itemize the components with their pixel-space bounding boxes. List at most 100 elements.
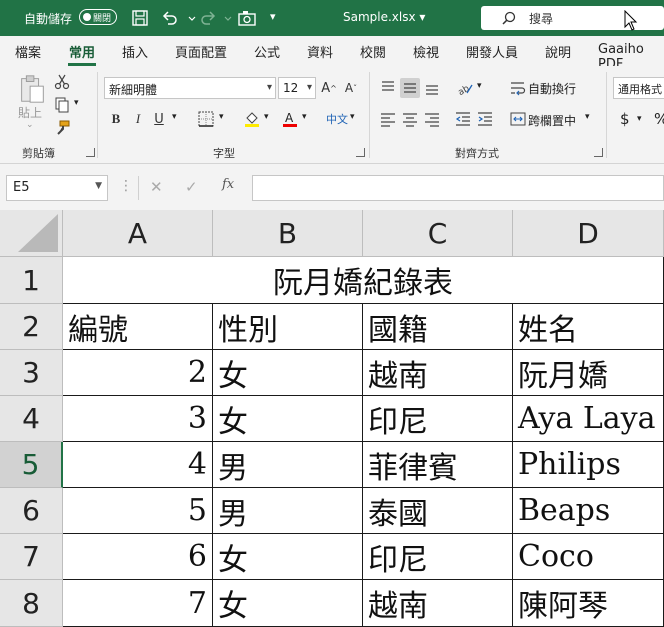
font-launcher-icon[interactable] [356, 148, 365, 157]
cell-a8[interactable]: 7 [63, 580, 213, 627]
cell-c4[interactable]: 印尼 [363, 396, 513, 442]
underline-dropdown-icon[interactable]: ▾ [172, 112, 177, 122]
phonetic-guide-icon[interactable]: 中文 [324, 109, 350, 129]
cell-b6[interactable]: 男 [213, 488, 363, 534]
row-header-1[interactable]: 1 [0, 257, 63, 304]
font-name-dropdown-icon[interactable]: ▾ [267, 82, 272, 93]
merge-center-label[interactable]: 跨欄置中 [528, 112, 576, 129]
number-format-combo[interactable]: 通用格式 [613, 77, 664, 99]
clipboard-launcher-icon[interactable] [86, 148, 95, 157]
cell-b5[interactable]: 男 [213, 442, 363, 488]
percent-format-icon[interactable]: % [654, 110, 664, 128]
file-name[interactable]: Sample.xlsx ▾ [343, 10, 425, 24]
font-color-dropdown-icon[interactable]: ▾ [302, 112, 307, 122]
align-middle-icon[interactable] [400, 78, 420, 98]
cell-d6[interactable]: Beaps [513, 488, 664, 534]
increase-font-size-icon[interactable]: A ^ [319, 78, 339, 98]
tab-formulas[interactable]: 公式 [254, 42, 280, 61]
cell-d4[interactable]: Aya Laya [513, 396, 664, 442]
cell-d8[interactable]: 陳阿琴 [513, 580, 664, 627]
borders-icon[interactable] [196, 109, 216, 129]
tab-page-layout[interactable]: 頁面配置 [175, 42, 227, 61]
cell-c6[interactable]: 泰國 [363, 488, 513, 534]
fill-color-dropdown-icon[interactable]: ▾ [264, 112, 269, 122]
cut-icon[interactable] [52, 72, 72, 92]
cell-a7[interactable]: 6 [63, 534, 213, 580]
tab-help[interactable]: 說明 [545, 42, 571, 61]
cell-c8[interactable]: 越南 [363, 580, 513, 627]
tab-review[interactable]: 校閱 [360, 42, 386, 61]
camera-icon[interactable] [237, 8, 257, 28]
cell-a3[interactable]: 2 [63, 350, 213, 396]
orientation-dropdown-icon[interactable]: ▾ [477, 81, 482, 91]
cell-c7[interactable]: 印尼 [363, 534, 513, 580]
tab-developer[interactable]: 開發人員 [466, 42, 518, 61]
merge-dropdown-icon[interactable]: ▾ [585, 112, 590, 122]
insert-function-icon[interactable]: fx [222, 177, 234, 192]
cell-d3[interactable]: 阮月嬌 [513, 350, 664, 396]
autosave-toggle[interactable]: 關閉 [79, 9, 117, 25]
save-icon[interactable] [130, 8, 150, 28]
cell-c5[interactable]: 菲律賓 [363, 442, 513, 488]
currency-dropdown-icon[interactable]: ▾ [637, 114, 642, 124]
cell-c3[interactable]: 越南 [363, 350, 513, 396]
column-header-b[interactable]: B [213, 210, 363, 257]
cell-b7[interactable]: 女 [213, 534, 363, 580]
row-header-4[interactable]: 4 [0, 396, 63, 442]
cell-d5[interactable]: Philips [513, 442, 664, 488]
italic-icon[interactable]: I [128, 109, 148, 129]
align-top-icon[interactable] [378, 78, 398, 98]
fill-color-icon[interactable] [242, 109, 262, 129]
column-header-a[interactable]: A [63, 210, 213, 257]
tab-insert[interactable]: 插入 [122, 42, 148, 61]
currency-format-icon[interactable]: $ [620, 110, 630, 128]
select-all-button[interactable] [0, 210, 63, 257]
wrap-text-icon[interactable] [508, 78, 528, 98]
align-center-icon[interactable] [400, 109, 420, 129]
align-left-icon[interactable] [378, 109, 398, 129]
decrease-indent-icon[interactable] [453, 109, 473, 129]
header-cell-c2[interactable]: 國籍 [363, 304, 513, 350]
cell-b3[interactable]: 女 [213, 350, 363, 396]
font-size-combo[interactable]: 12 ▾ [278, 77, 316, 99]
undo-dropdown-icon[interactable] [182, 8, 196, 28]
font-size-dropdown-icon[interactable]: ▾ [307, 82, 312, 93]
paste-dropdown-icon[interactable]: ⌄ [26, 120, 34, 130]
paste-icon[interactable] [15, 72, 49, 106]
tab-view[interactable]: 檢視 [413, 42, 439, 61]
copy-dropdown-icon[interactable]: ▾ [74, 98, 79, 108]
row-header-6[interactable]: 6 [0, 488, 63, 534]
alignment-launcher-icon[interactable] [594, 148, 603, 157]
decrease-font-size-icon[interactable]: Aˇ [341, 78, 361, 98]
formula-bar-grip-icon[interactable]: ⋮ [119, 178, 133, 194]
row-header-5[interactable]: 5 [0, 442, 63, 488]
underline-icon[interactable]: U [149, 109, 169, 129]
increase-indent-icon[interactable] [475, 109, 495, 129]
borders-dropdown-icon[interactable]: ▾ [219, 112, 224, 122]
header-cell-a2[interactable]: 編號 [63, 304, 213, 350]
paste-label[interactable]: 貼上 [18, 104, 42, 121]
cell-d7[interactable]: Coco [513, 534, 664, 580]
tab-file[interactable]: 檔案 [15, 42, 41, 61]
cell-a6[interactable]: 5 [63, 488, 213, 534]
orientation-icon[interactable]: ab [455, 78, 475, 98]
align-bottom-icon[interactable] [422, 78, 442, 98]
cell-b8[interactable]: 女 [213, 580, 363, 627]
bold-icon[interactable]: B [106, 109, 126, 129]
name-box[interactable]: E5 ▼ [6, 175, 108, 201]
undo-icon[interactable] [160, 8, 180, 28]
formula-input[interactable] [252, 175, 664, 201]
tab-home[interactable]: 常用 [69, 42, 95, 61]
row-header-3[interactable]: 3 [0, 350, 63, 396]
customize-quick-access-icon[interactable]: ▾ [270, 10, 290, 30]
name-box-dropdown-icon[interactable]: ▼ [95, 181, 102, 191]
font-color-icon[interactable]: A [280, 109, 300, 129]
row-header-2[interactable]: 2 [0, 304, 63, 350]
header-cell-b2[interactable]: 性別 [213, 304, 363, 350]
cell-a5[interactable]: 4 [63, 442, 213, 488]
cell-a4[interactable]: 3 [63, 396, 213, 442]
align-right-icon[interactable] [422, 109, 442, 129]
cell-b4[interactable]: 女 [213, 396, 363, 442]
merge-center-icon[interactable] [508, 109, 528, 129]
column-header-c[interactable]: C [363, 210, 513, 257]
